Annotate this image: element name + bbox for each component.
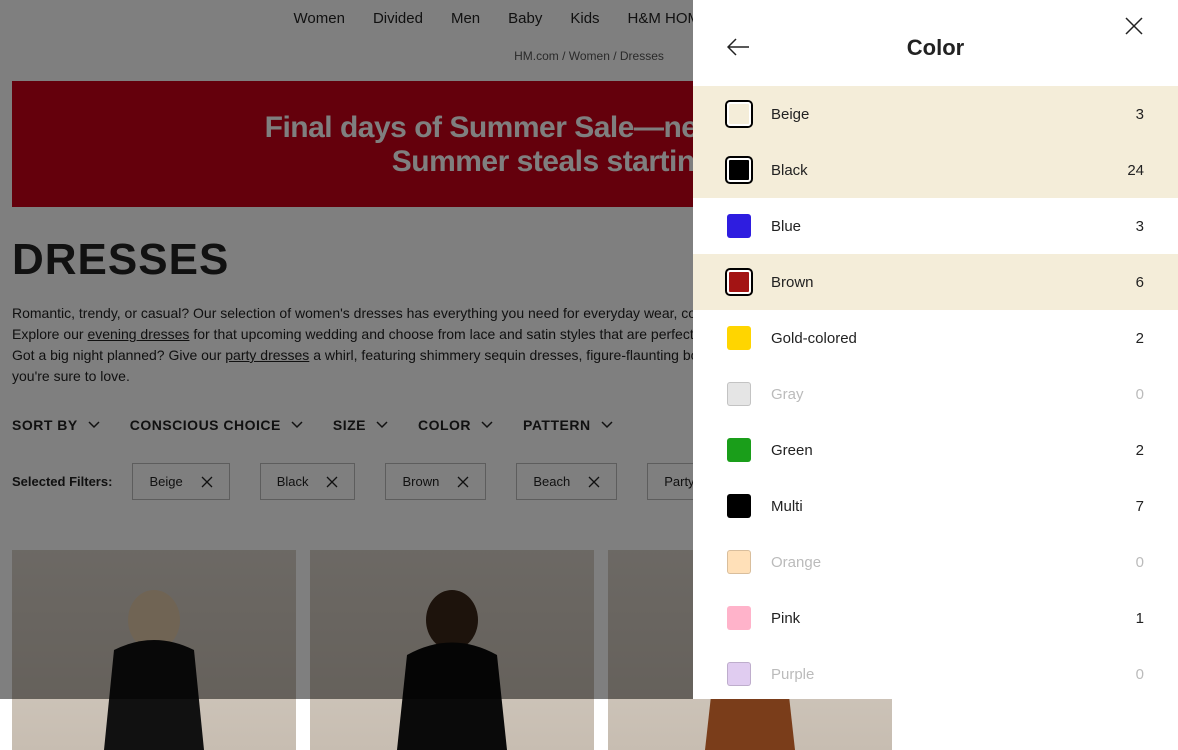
color-option[interactable]: Black 24 — [693, 142, 1178, 198]
color-swatch — [727, 102, 751, 126]
color-option: Gray 0 — [693, 366, 1178, 422]
color-count: 6 — [1136, 274, 1144, 291]
color-name: Gray — [771, 386, 1116, 403]
color-option[interactable]: Blue 3 — [693, 198, 1178, 254]
close-icon[interactable] — [1124, 16, 1144, 36]
color-option: Purple 0 — [693, 646, 1178, 699]
color-name: Beige — [771, 106, 1116, 123]
panel-title: Color — [907, 35, 964, 61]
color-name: Gold-colored — [771, 330, 1116, 347]
color-option[interactable]: Multi 7 — [693, 478, 1178, 534]
color-count: 3 — [1136, 218, 1144, 235]
color-count: 0 — [1136, 386, 1144, 403]
color-name: Pink — [771, 610, 1116, 627]
color-name: Brown — [771, 274, 1116, 291]
color-swatch — [727, 158, 751, 182]
color-name: Blue — [771, 218, 1116, 235]
color-name: Orange — [771, 554, 1116, 571]
color-swatch — [727, 438, 751, 462]
color-swatch — [727, 270, 751, 294]
color-count: 24 — [1127, 162, 1144, 179]
color-count: 7 — [1136, 498, 1144, 515]
color-count: 2 — [1136, 442, 1144, 459]
color-count: 3 — [1136, 106, 1144, 123]
panel-header: Color — [693, 0, 1178, 86]
color-option[interactable]: Beige 3 — [693, 86, 1178, 142]
color-swatch — [727, 382, 751, 406]
color-count: 2 — [1136, 330, 1144, 347]
color-option[interactable]: Pink 1 — [693, 590, 1178, 646]
color-count: 0 — [1136, 554, 1144, 571]
back-arrow-icon[interactable] — [727, 38, 749, 56]
color-filter-panel: Color Beige 3 Black 24 Blue 3 Brown 6 Gold-color… — [693, 0, 1178, 699]
color-swatch — [727, 662, 751, 686]
color-option: Orange 0 — [693, 534, 1178, 590]
color-option-list: Beige 3 Black 24 Blue 3 Brown 6 Gold-colored 2 Gra… — [693, 86, 1178, 699]
color-option[interactable]: Brown 6 — [693, 254, 1178, 310]
color-swatch — [727, 326, 751, 350]
color-swatch — [727, 550, 751, 574]
color-swatch — [727, 494, 751, 518]
color-name: Black — [771, 162, 1107, 179]
color-option[interactable]: Green 2 — [693, 422, 1178, 478]
color-name: Multi — [771, 498, 1116, 515]
color-swatch — [727, 606, 751, 630]
color-option[interactable]: Gold-colored 2 — [693, 310, 1178, 366]
color-count: 0 — [1136, 666, 1144, 683]
color-name: Green — [771, 442, 1116, 459]
color-name: Purple — [771, 666, 1116, 683]
color-count: 1 — [1136, 610, 1144, 627]
color-swatch — [727, 214, 751, 238]
